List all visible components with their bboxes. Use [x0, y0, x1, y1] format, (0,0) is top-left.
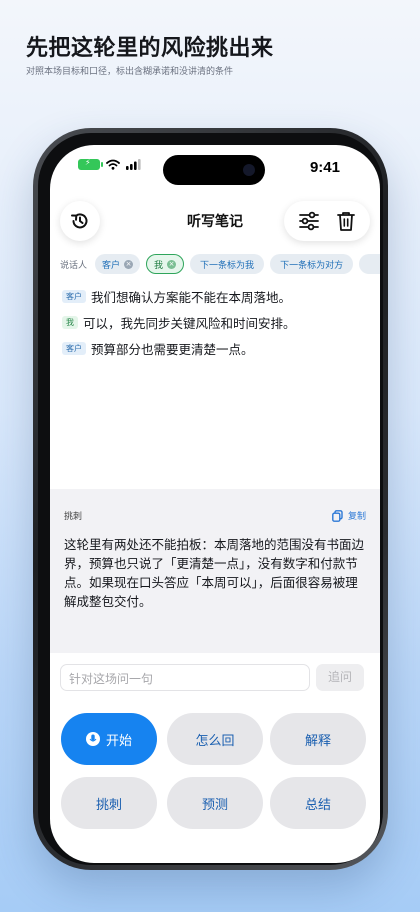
filter-button[interactable] [298, 211, 320, 231]
speaker-chip-client[interactable]: 客户 × [95, 254, 141, 274]
explain-button[interactable]: 解释 [270, 713, 366, 765]
status-time: 9:41 [309, 159, 340, 176]
critique-button[interactable]: 挑刺 [61, 777, 157, 829]
more-chip[interactable] [359, 254, 380, 274]
remove-icon[interactable]: × [167, 259, 177, 269]
analysis-title: 挑刺 [64, 512, 83, 522]
app-screen: ⚡ 9:41 听写笔记 说话人 客户 × 我 × 下一条标为我 下一条标为对方 … [50, 145, 380, 863]
mark-next-as-me-button[interactable]: 下一条标为我 [190, 254, 265, 274]
summary-button[interactable]: 总结 [270, 777, 366, 829]
speaker-chip-label: 我 [154, 260, 164, 271]
transcript-line: 客户 我们想确认方案能不能在本周落地。 [62, 287, 372, 306]
start-label: 开始 [105, 733, 132, 749]
predict-button[interactable]: 预测 [167, 777, 263, 829]
transcript-text: 预算部分也需要更清楚一点。 [91, 342, 254, 357]
start-button[interactable]: 开始 [61, 713, 157, 765]
transcript-text: 我们想确认方案能不能在本周落地。 [91, 290, 292, 305]
battery-icon: ⚡ [78, 158, 103, 170]
reply-button[interactable]: 怎么回 [167, 713, 263, 765]
followup-input[interactable]: 针对这场问一句 [60, 664, 310, 691]
analysis-panel: 挑刺 复制 这轮里有两处还不能拍板：本周落地的范围没有书面边界，预算也只说了「更… [50, 489, 380, 653]
status-indicators: ⚡ [78, 158, 142, 170]
marketing-subline: 对照本场目标和口径，标出含糊承诺和没讲清的条件 [26, 67, 234, 77]
speaker-label: 说话人 [60, 260, 88, 271]
remove-icon[interactable]: × [124, 259, 134, 269]
speaker-chip-label: 客户 [102, 260, 121, 271]
followup-button[interactable]: 追问 [316, 664, 364, 691]
header-actions [284, 201, 370, 241]
copy-label: 复制 [347, 512, 366, 522]
signal-icon [126, 159, 141, 170]
speaker-tag: 我 [62, 316, 78, 329]
analysis-body: 这轮里有两处还不能拍板：本周落地的范围没有书面边界，预算也只说了「更清楚一点」，… [64, 537, 365, 609]
mic-icon [85, 732, 100, 746]
transcript-list: 客户 我们想确认方案能不能在本周落地。 我 可以，我先同步关键风险和时间安排。 … [62, 287, 372, 365]
speaker-tag: 客户 [62, 290, 86, 303]
mark-next-as-other-button[interactable]: 下一条标为对方 [270, 254, 354, 274]
copy-icon [332, 509, 343, 522]
dynamic-island [163, 155, 265, 185]
wifi-icon [106, 159, 120, 170]
phone-frame: ⚡ 9:41 听写笔记 说话人 客户 × 我 × 下一条标为我 下一条标为对方 … [33, 128, 388, 870]
filter-sliders-icon [299, 211, 319, 231]
transcript-text: 可以，我先同步关键风险和时间安排。 [83, 316, 296, 331]
transcript-line: 客户 预算部分也需要更清楚一点。 [62, 339, 372, 358]
marketing-headline: 先把这轮里的风险挑出来 [26, 36, 274, 61]
trash-icon [337, 212, 355, 231]
delete-button[interactable] [336, 210, 356, 232]
speaker-tag: 客户 [62, 342, 86, 355]
transcript-line: 我 可以，我先同步关键风险和时间安排。 [62, 313, 372, 332]
copy-button[interactable]: 复制 [332, 509, 366, 522]
speaker-chip-me[interactable]: 我 × [146, 254, 185, 274]
speaker-row: 说话人 客户 × 我 × 下一条标为我 下一条标为对方 [60, 253, 380, 275]
